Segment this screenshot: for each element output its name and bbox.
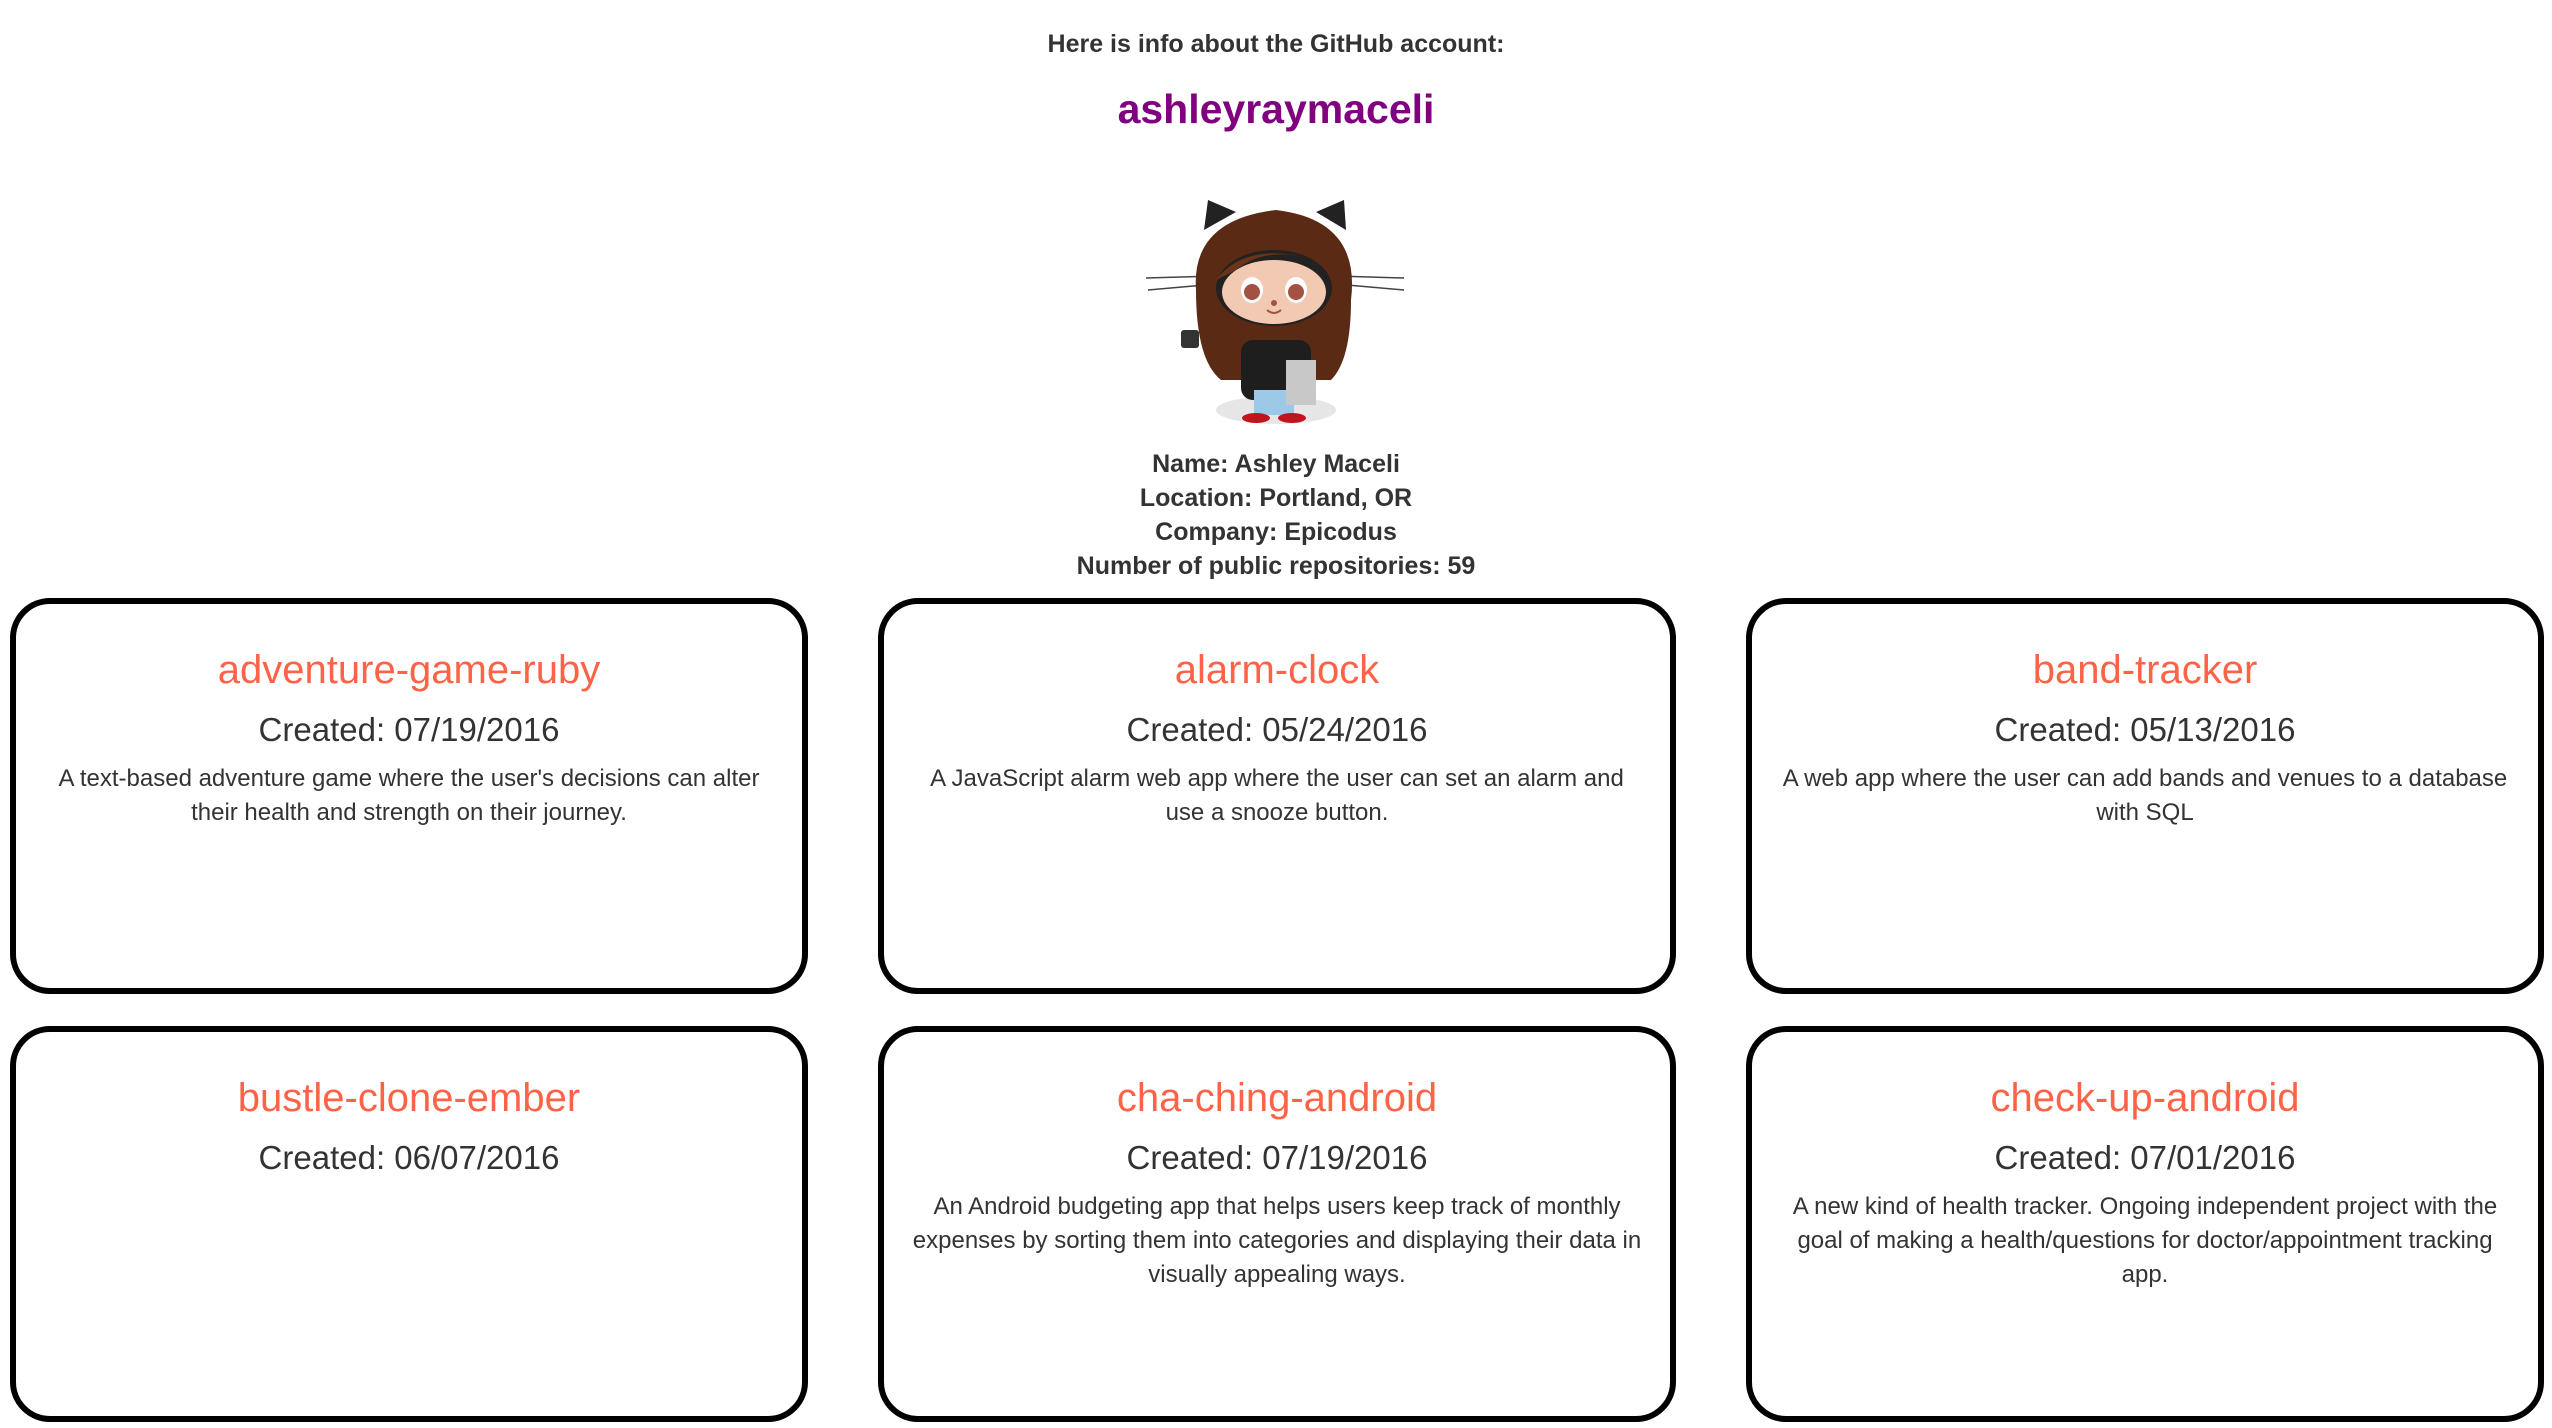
repo-name: alarm-clock: [1174, 648, 1380, 692]
repo-card: cha-ching-android Created: 07/19/2016 An A…: [878, 1026, 1676, 1422]
intro-text: Here is info about the GitHub account:: [1047, 30, 1505, 58]
repo-created: Created: 07/01/2016: [1994, 1139, 2296, 1176]
repo-description: A new kind of health tracker. Ongoing in…: [1792, 1193, 2498, 1288]
repo-created: Created: 06/07/2016: [258, 1139, 560, 1176]
repo-name: cha-ching-android: [1116, 1076, 1438, 1120]
repo-card: band-tracker Created: 05/13/2016 A web app…: [1746, 598, 2544, 994]
repo-card: alarm-clock Created: 05/24/2016 A JavaScri…: [878, 598, 1676, 994]
repo-card: adventure-game-ruby Created: 07/19/2016 A …: [10, 598, 808, 994]
octocat-avatar-icon: [1146, 200, 1405, 424]
repo-created: Created: 07/19/2016: [1126, 1139, 1428, 1176]
repo-grid: adventure-game-ruby Created: 07/19/2016 A …: [10, 598, 2544, 1422]
repo-created: Created: 05/13/2016: [1994, 711, 2296, 748]
repo-created: Created: 07/19/2016: [258, 711, 560, 748]
repo-card: bustle-clone-ember Created: 06/07/2016: [10, 1026, 808, 1422]
account-info: Name: Ashley Maceli Location: Portland, …: [0, 447, 2552, 583]
repo-description: A web app where the user can add bands a…: [1782, 765, 2508, 826]
repo-description: An Android budgeting app that helps user…: [912, 1193, 1642, 1288]
repo-name: check-up-android: [1990, 1076, 2300, 1120]
username-heading: ashleyraymaceli: [1117, 86, 1435, 132]
account-location: Location: Portland, OR: [1139, 484, 1413, 512]
account-repo-count: Number of public repositories: 59: [1076, 552, 1476, 580]
repo-created: Created: 05/24/2016: [1126, 711, 1428, 748]
account-name: Name: Ashley Maceli: [1152, 450, 1400, 478]
repo-name: bustle-clone-ember: [237, 1076, 581, 1120]
repo-description: A text-based adventure game where the us…: [58, 765, 760, 826]
repo-name: band-tracker: [2032, 648, 2258, 692]
repo-name: adventure-game-ruby: [217, 648, 601, 692]
repo-card: check-up-android Created: 07/01/2016 A new…: [1746, 1026, 2544, 1422]
repo-description: A JavaScript alarm web app where the use…: [930, 765, 1624, 826]
account-company: Company: Epicodus: [1155, 518, 1397, 546]
